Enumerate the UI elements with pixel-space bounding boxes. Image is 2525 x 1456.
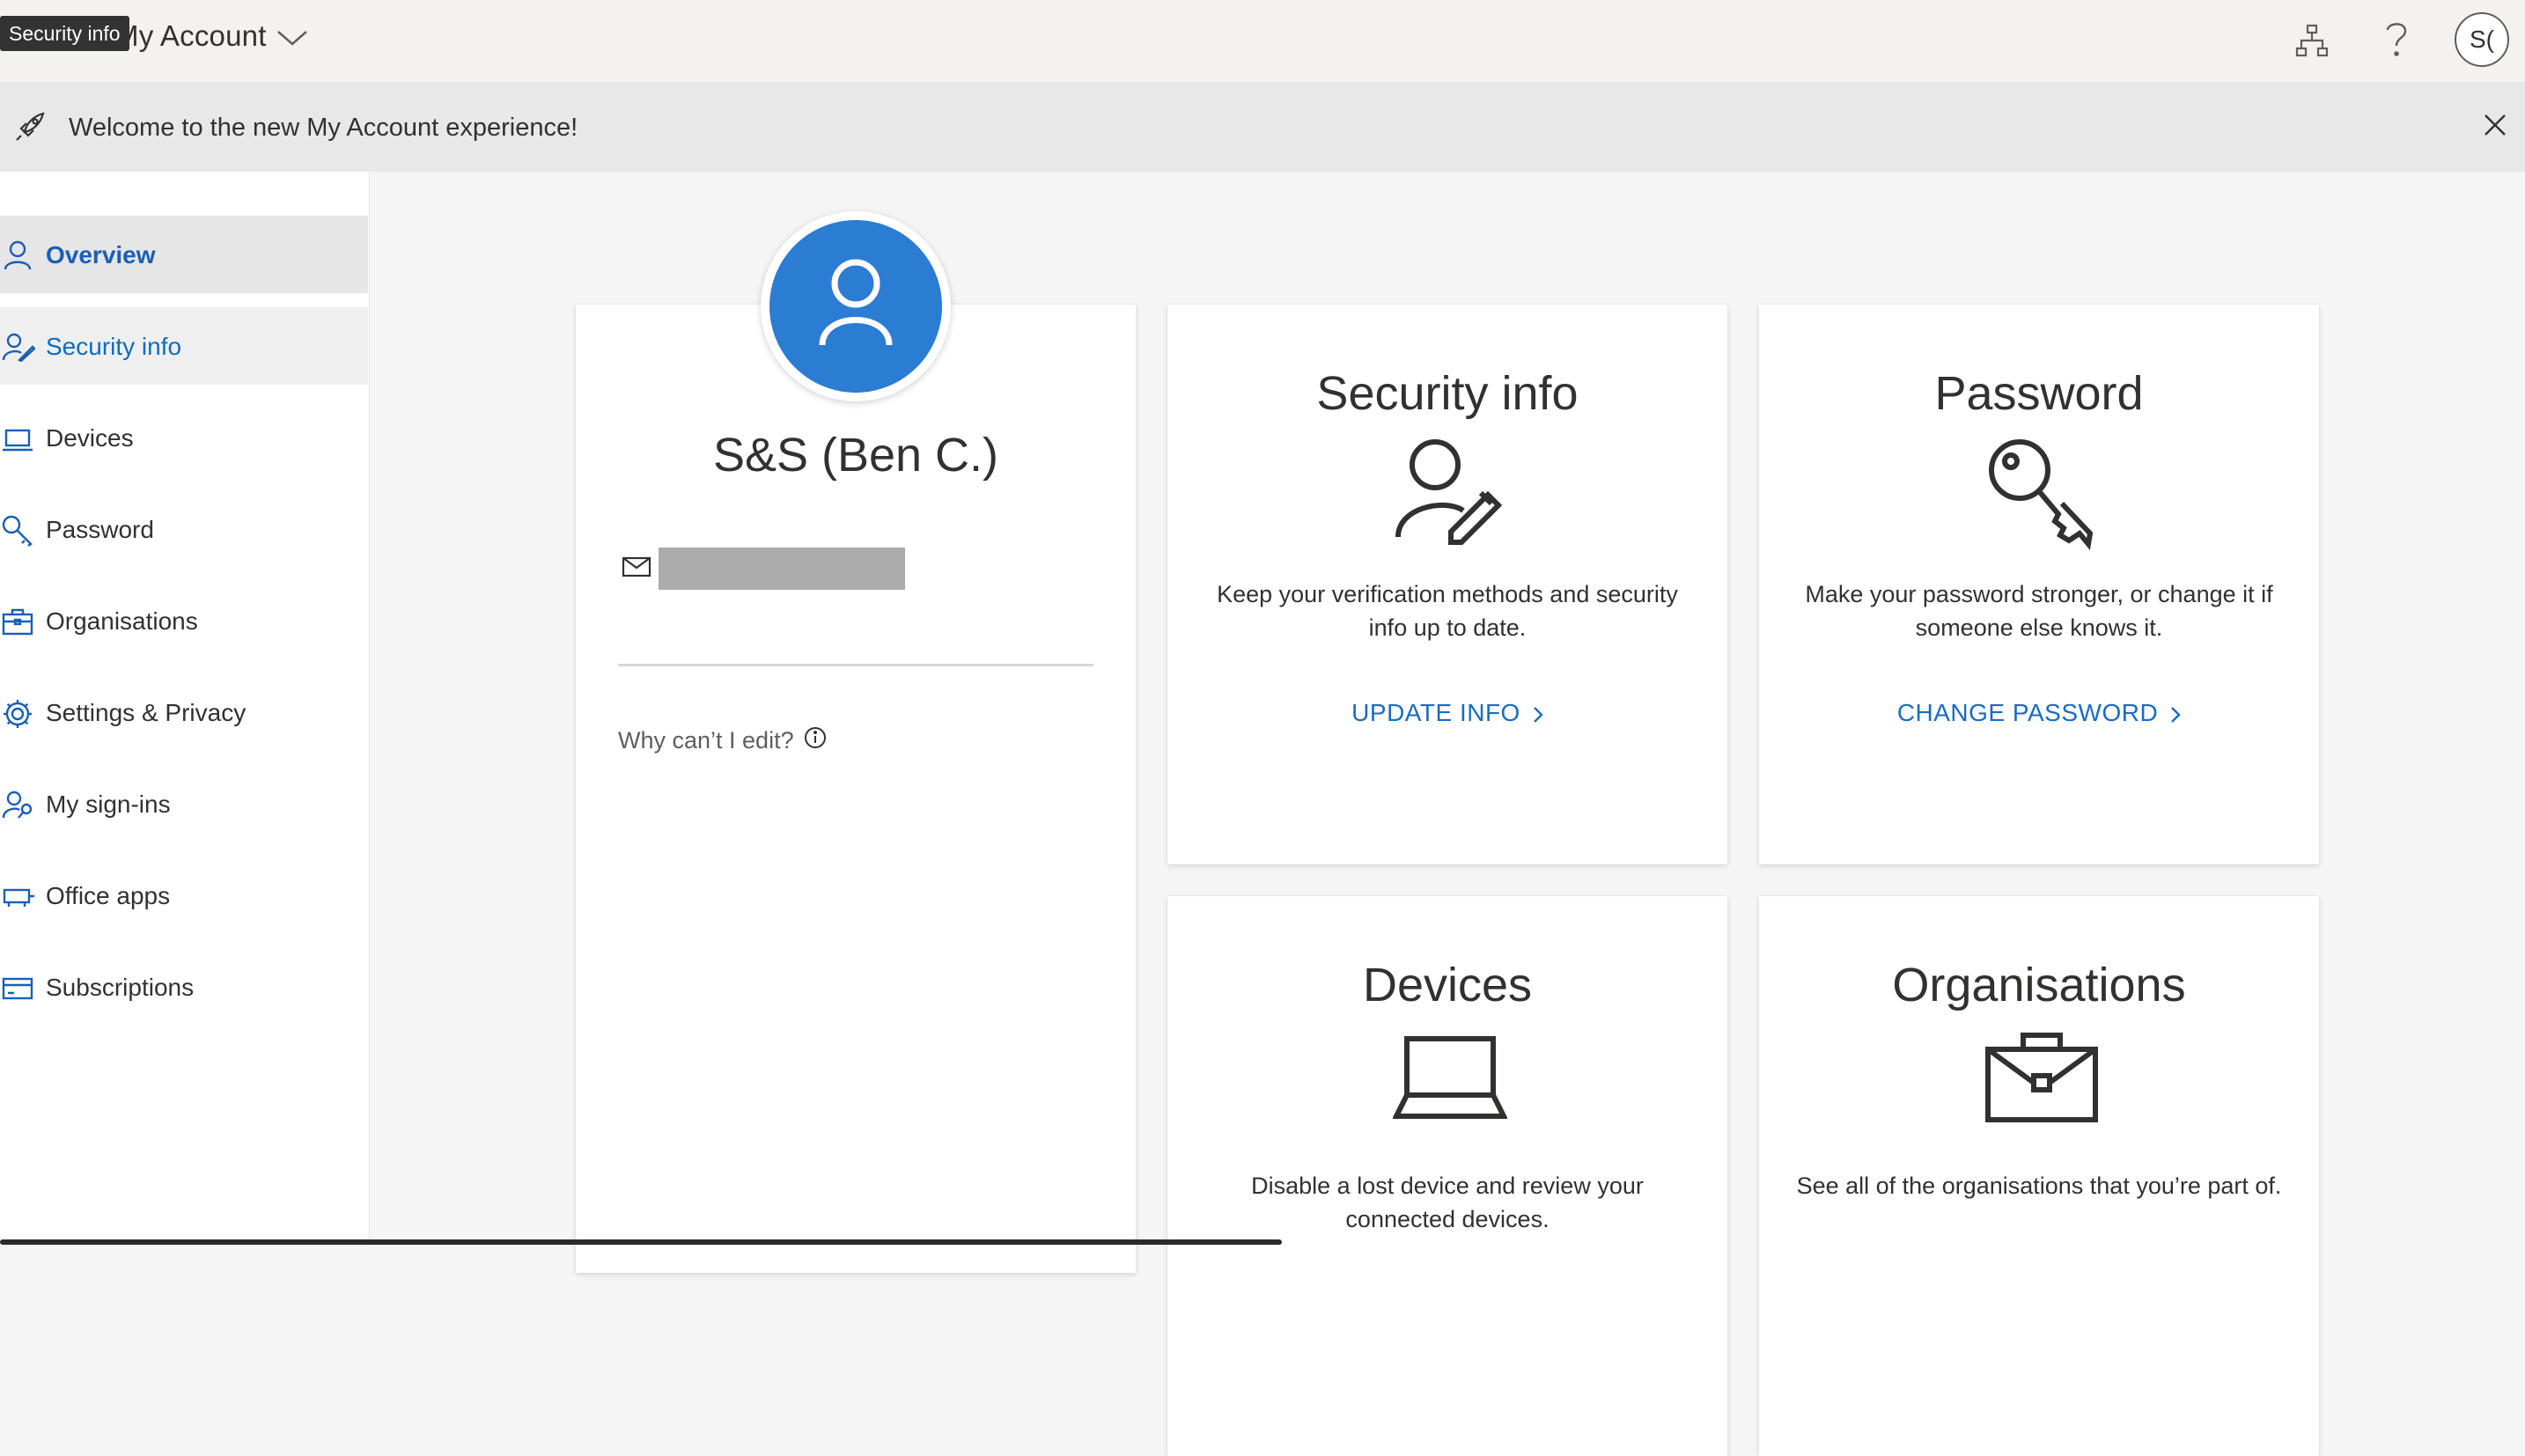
person-edit-icon [1393,437,1507,551]
sidebar-item-label: Password [46,516,154,543]
laptop-icon [1393,1028,1507,1125]
app-title[interactable]: My Account [114,19,267,53]
profile-card: S&S (Ben C.) Why can’t I edit? [576,305,1136,1273]
card-description: Disable a lost device and review your co… [1251,1173,1644,1232]
person-icon [2,240,33,270]
profile-avatar [761,211,951,401]
why-edit-link[interactable]: Why can’t I edit? [618,727,794,754]
sidebar-item-office-apps[interactable]: Office apps [0,857,368,934]
sidebar-item-label: Office apps [46,882,171,909]
key-icon [1984,437,2099,551]
info-icon[interactable] [803,725,828,750]
person-key-icon [2,790,35,820]
email-redacted [659,548,905,590]
sidebar-item-label: Subscriptions [46,974,195,1001]
sidebar-item-security-info[interactable]: Security info [0,307,368,385]
organisations-card: Organisations See all of the organisatio… [1759,896,2319,1456]
chevron-down-icon[interactable] [276,28,308,48]
tooltip: Security info [0,16,129,51]
sidebar-item-organisations[interactable]: Organisations [0,582,368,659]
key-icon [2,515,35,547]
sidebar-item-label: Security info [46,333,182,360]
link-label: CHANGE PASSWORD [1896,699,2159,726]
devices-card: Devices Disable a lost device and review… [1167,896,1727,1456]
sidebar-item-devices[interactable]: Devices [0,399,368,476]
card-title: Organisations [1892,959,2186,1011]
chevron-right-icon [2170,706,2181,724]
banner-message: Welcome to the new My Account experience… [69,114,578,142]
update-info-link[interactable]: UPDATE INFO [1167,699,1727,727]
sidebar-item-password[interactable]: Password [0,490,368,568]
scrollbar[interactable] [0,1239,1282,1245]
card-icon [2,973,33,1003]
person-icon [819,259,893,346]
sidebar-item-overview[interactable]: Overview [0,216,368,293]
sidebar-item-label: My sign-ins [46,791,171,818]
sidebar-item-my-sign-ins[interactable]: My sign-ins [0,765,368,842]
card-title: Devices [1362,959,1533,1011]
laptop-icon [2,423,33,453]
card-description: See all of the organisations that you’re… [1796,1173,2282,1199]
briefcase-icon [1984,1028,2099,1125]
rocket-icon [14,111,46,143]
gear-icon [2,698,33,730]
card-description: Make your password stronger, or change i… [1805,581,2273,641]
close-icon[interactable] [2483,113,2507,137]
mail-icon [622,556,651,577]
security-info-card: Security info Keep your verification met… [1167,305,1727,864]
sidebar-item-label: Devices [46,424,134,452]
sidebar-nav: Overview Security info Devices Password [0,172,370,1245]
profile-name: S&S (Ben C.) [712,429,999,482]
person-edit-icon [2,332,35,362]
sidebar-item-label: Settings & Privacy [46,699,247,726]
chevron-right-icon [1533,706,1543,724]
org-chart-icon[interactable] [2294,23,2330,58]
briefcase-icon [2,607,33,636]
card-title: Password [1934,367,2144,420]
help-icon[interactable] [2382,19,2411,58]
office-apps-icon [2,881,35,911]
sidebar-item-settings-privacy[interactable]: Settings & Privacy [0,673,368,751]
password-card: Password Make your password stronger, or… [1759,305,2319,864]
top-bar: My Account Security info S( [0,0,2525,83]
sidebar-item-label: Overview [46,241,156,268]
avatar[interactable]: S( [2455,12,2509,67]
link-label: UPDATE INFO [1351,699,1520,726]
divider [618,664,1093,666]
welcome-banner: Welcome to the new My Account experience… [0,83,2525,172]
sidebar-item-subscriptions[interactable]: Subscriptions [0,948,368,1026]
sidebar-item-label: Organisations [46,607,198,635]
card-title: Security info [1316,367,1579,420]
card-description: Keep your verification methods and secur… [1217,581,1678,641]
change-password-link[interactable]: CHANGE PASSWORD [1759,699,2319,727]
